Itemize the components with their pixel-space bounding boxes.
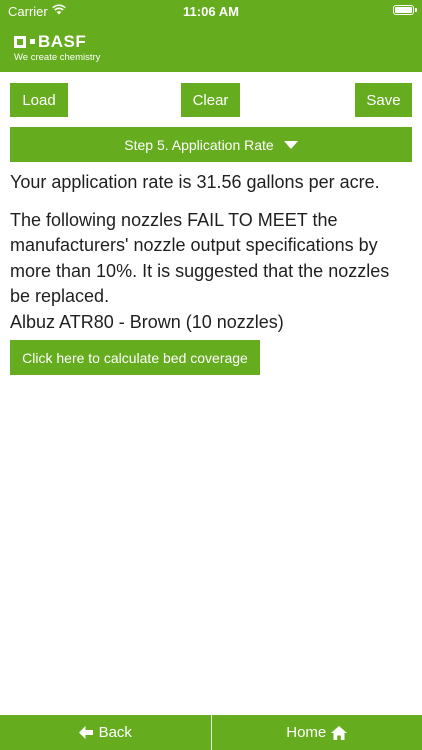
- rate-prefix: Your application rate is: [10, 172, 192, 192]
- logo-dot-icon: [30, 39, 35, 44]
- nozzle-warning-text: The following nozzles FAIL TO MEET the m…: [10, 209, 390, 307]
- caret-down-icon: [283, 140, 298, 149]
- status-bar: Carrier 11:06 AM: [0, 0, 422, 22]
- rate-value: 31.56: [196, 172, 242, 192]
- logo-wordmark: BASF: [38, 32, 87, 51]
- home-label: Home: [286, 724, 327, 741]
- calculate-bed-coverage-button[interactable]: Click here to calculate bed coverage: [10, 340, 260, 375]
- rate-suffix: gallons per acre.: [246, 172, 380, 192]
- back-label: Back: [98, 724, 132, 741]
- app-header: Carrier 11:06 AM BASF We create chemistr…: [0, 0, 422, 72]
- home-icon: [331, 725, 348, 740]
- battery-icon: [393, 5, 417, 15]
- results-panel: Your application rate is 31.56 gallons p…: [10, 170, 414, 335]
- bottom-nav: Back Home: [0, 715, 422, 750]
- arrow-left-icon: [78, 726, 93, 739]
- application-rate-text: Your application rate is 31.56 gallons p…: [10, 170, 414, 196]
- nav-divider: [210, 715, 212, 750]
- clock: 11:06 AM: [183, 4, 239, 19]
- step-label: Step 5. Application Rate: [124, 136, 274, 153]
- back-button[interactable]: Back: [0, 715, 211, 750]
- failed-nozzle-item: Albuz ATR80 - Brown (10 nozzles): [10, 311, 284, 332]
- logo-tagline: We create chemistry: [14, 52, 101, 63]
- save-button[interactable]: Save: [355, 83, 412, 117]
- home-button[interactable]: Home: [212, 715, 422, 750]
- logo-square-icon: [14, 35, 26, 48]
- step-selector[interactable]: Step 5. Application Rate: [10, 127, 412, 162]
- clear-button[interactable]: Clear: [181, 83, 240, 117]
- load-button[interactable]: Load: [10, 83, 68, 117]
- basf-logo: BASF We create chemistry: [14, 33, 100, 63]
